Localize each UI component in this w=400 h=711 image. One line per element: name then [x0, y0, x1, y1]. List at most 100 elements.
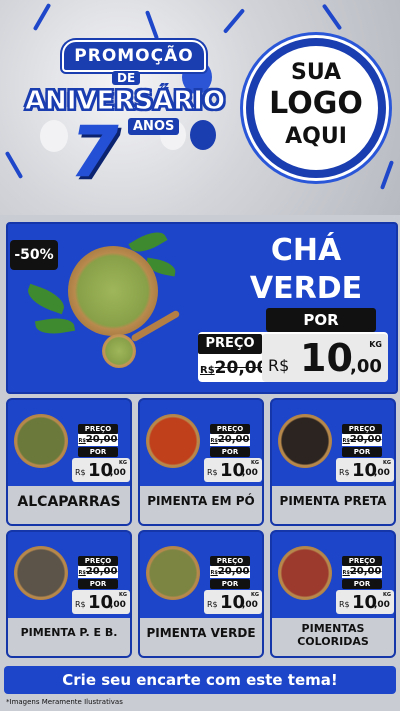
old-price-value: 20,00 [85, 566, 118, 577]
old-currency: R$ [78, 438, 86, 444]
new-price: R$ 10 ,00 KG [204, 458, 262, 482]
por-label: POR [266, 308, 376, 332]
preco-label: PREÇO [342, 556, 382, 566]
spice-bowl-image [278, 546, 332, 600]
new-price: R$ 10 ,00 KG [72, 458, 130, 482]
new-price-cents: ,00 [110, 468, 126, 478]
old-price: R$20,00 [78, 566, 118, 578]
product-name: ALCAPARRAS [17, 494, 121, 510]
old-price: R$20,00 [210, 434, 250, 446]
old-price-value: 20,00 [85, 434, 118, 445]
spice-bowl-image [14, 546, 68, 600]
product-name: PIMENTA VERDE [146, 626, 256, 640]
preco-label: PREÇO [210, 556, 250, 566]
old-currency: R$ [342, 570, 350, 576]
old-price: R$20,00 [342, 434, 382, 446]
preco-label: PREÇO [78, 556, 118, 566]
por-label: POR [78, 579, 118, 589]
new-price: R$ 10 ,00 KG [336, 590, 394, 614]
cta-banner[interactable]: Crie seu encarte com este tema! [4, 666, 396, 694]
confetti-streamer [321, 3, 343, 31]
spice-bowl-image [14, 414, 68, 468]
old-price-value: 20,00 [217, 566, 250, 577]
new-price: R$ 10 ,00 KG [204, 590, 262, 614]
new-price-cents: ,00 [242, 600, 258, 610]
new-price-cents: ,00 [242, 468, 258, 478]
new-price: R$ 10 ,00 KG [336, 458, 394, 482]
new-price-cents: ,00 [374, 468, 390, 478]
product-card[interactable]: PREÇO R$20,00 POR R$ 10 ,00 KG PIMENTA E… [138, 398, 264, 526]
old-currency: R$ [210, 570, 218, 576]
unit-label: KG [119, 592, 127, 598]
new-currency: R$ [339, 600, 350, 609]
new-currency: R$ [75, 468, 86, 477]
product-name: PIMENTAS COLORIDAS [297, 622, 369, 648]
new-currency: R$ [75, 600, 86, 609]
promo-anos: ANOS [128, 118, 180, 135]
new-currency: R$ [268, 356, 290, 375]
old-currency: R$ [210, 438, 218, 444]
new-price-cents: ,00 [350, 356, 382, 377]
old-price: R$20,00 [342, 566, 382, 578]
product-name: PIMENTA PRETA [279, 494, 387, 508]
balloon-icon [40, 120, 68, 152]
logo-text-line: SUA [290, 60, 342, 85]
confetti-streamer [379, 160, 395, 190]
old-price-value: 20,00 [217, 434, 250, 445]
spice-bowl-image [146, 414, 200, 468]
por-label: POR [342, 579, 382, 589]
por-label: POR [78, 447, 118, 457]
green-tea-bowl-image [68, 246, 158, 336]
por-label: POR [342, 447, 382, 457]
old-price-value: 20,00 [214, 358, 269, 378]
featured-title-line: VERDE [249, 271, 363, 306]
spice-bowl-image [146, 546, 200, 600]
logo-text-line: AQUI [285, 124, 347, 149]
promo-anniversary-number: 7 [70, 111, 119, 193]
unit-label: KG [383, 592, 391, 598]
old-price: R$20,00 [210, 566, 250, 578]
new-price-cents: ,00 [374, 600, 390, 610]
unit-label: KG [251, 592, 259, 598]
preco-label: PREÇO [198, 334, 262, 354]
unit-label: KG [369, 340, 382, 349]
featured-title: CHÁ VERDE [236, 232, 376, 308]
promo-de: DE [112, 71, 141, 85]
product-card[interactable]: PREÇO R$20,00 POR R$ 10 ,00 KG ALCAPARRA… [6, 398, 132, 526]
unit-label: KG [251, 460, 259, 466]
promo-main-title: ANIVERSÁRIO [24, 86, 226, 117]
old-price: R$20,00 [78, 434, 118, 446]
new-price-cents: ,00 [110, 600, 126, 610]
new-currency: R$ [207, 600, 218, 609]
old-currency: R$ [200, 365, 215, 376]
product-name: PIMENTA P. E B. [20, 626, 118, 639]
unit-label: KG [119, 460, 127, 466]
unit-label: KG [383, 460, 391, 466]
spice-bowl-image [278, 414, 332, 468]
preco-label: PREÇO [210, 424, 250, 434]
old-price: R$20,00 [200, 358, 268, 378]
spoon-image [102, 334, 136, 368]
product-name: PIMENTA EM PÓ [147, 494, 255, 508]
product-card[interactable]: PREÇO R$20,00 POR R$ 10 ,00 KG PIMENTA P… [270, 398, 396, 526]
confetti-streamer [32, 3, 52, 31]
new-price: R$ 10 ,00 KG [262, 334, 388, 382]
logo-placeholder: SUA LOGO AQUI [246, 38, 386, 178]
balloon-icon [190, 120, 216, 150]
confetti-streamer [144, 10, 160, 40]
product-card[interactable]: PREÇO R$20,00 POR R$ 10 ,00 KG PIMENTA V… [138, 530, 264, 658]
preco-label: PREÇO [342, 424, 382, 434]
featured-title-line: CHÁ [270, 233, 342, 268]
product-card[interactable]: PREÇO R$20,00 POR R$ 10 ,00 KG PIMENTAS … [270, 530, 396, 658]
logo-text-line: LOGO [269, 86, 363, 121]
disclaimer-text: *Imagens Meramente Ilustrativas [6, 698, 123, 706]
promo-title: PROMOÇÃO [62, 40, 206, 72]
discount-badge: -50% [10, 240, 58, 270]
new-currency: R$ [339, 468, 350, 477]
new-price-integer: 10 [300, 336, 353, 380]
por-label: POR [210, 579, 250, 589]
product-card[interactable]: PREÇO R$20,00 POR R$ 10 ,00 KG PIMENTA P… [6, 530, 132, 658]
confetti-streamer [222, 8, 246, 34]
old-currency: R$ [78, 570, 86, 576]
old-price-value: 20,00 [349, 434, 382, 445]
